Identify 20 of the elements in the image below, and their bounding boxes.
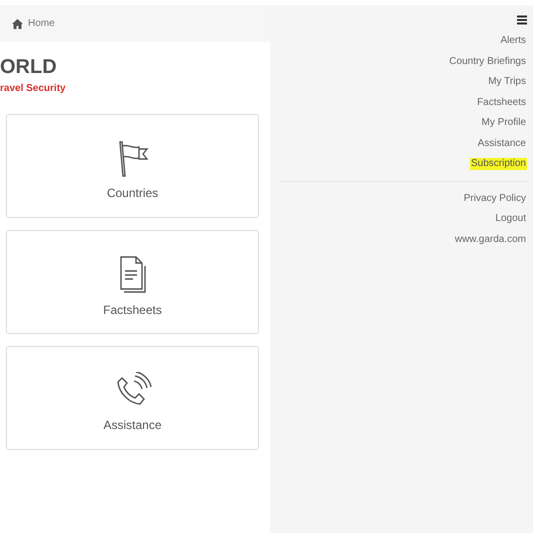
nav-tile[interactable]: Countries (6, 114, 259, 218)
menu-item[interactable]: Alerts (499, 35, 527, 47)
menu-icon[interactable] (517, 15, 527, 25)
menu-item[interactable]: My Trips (487, 76, 527, 88)
nav-tile[interactable]: Assistance (6, 346, 259, 450)
menu-item[interactable]: Assistance (476, 138, 527, 150)
home-icon (12, 18, 23, 28)
menu-item[interactable]: My Profile (480, 117, 527, 129)
menu-item[interactable]: www.garda.com (454, 234, 527, 246)
menu-item[interactable]: Logout (494, 213, 527, 225)
logo-title: ORLD (0, 55, 58, 79)
nav-tile[interactable]: Factsheets (6, 230, 259, 334)
document-icon (118, 255, 148, 295)
menu-item[interactable]: Privacy Policy (462, 192, 527, 204)
menu-item[interactable]: Subscription (470, 158, 527, 170)
home-link[interactable]: Home (12, 18, 55, 29)
logo-subtitle: ravel Security (0, 83, 67, 95)
flag-icon (116, 140, 148, 178)
menu-item[interactable]: Factsheets (476, 96, 527, 108)
menu-item[interactable]: Country Briefings (448, 56, 527, 68)
